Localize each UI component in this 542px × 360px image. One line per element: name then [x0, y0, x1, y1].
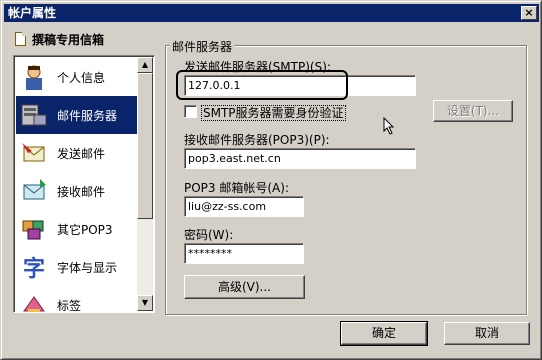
sidebar-item-font-display[interactable]: 字 字体与显示 [16, 248, 140, 286]
sidebar-item-label: 标签 [57, 298, 82, 313]
group-title: 邮件服务器 [170, 38, 235, 55]
pop3-account-label: POP3 邮箱帐号(A): [184, 181, 289, 195]
sidebar-item-mail-server[interactable]: 邮件服务器 [16, 96, 140, 134]
advanced-button[interactable]: 高级(V)... [184, 275, 305, 299]
list-scrollbar[interactable]: ▲ ▼ [137, 57, 153, 311]
sidebar-item-receive-mail[interactable]: 接收邮件 [16, 172, 140, 210]
sidebar-item-label: 接收邮件 [57, 184, 106, 199]
sidebar-item-label: 其它POP3 [57, 222, 113, 237]
sidebar-item-tag[interactable]: 标签 [16, 286, 140, 313]
sidebar-item-label: 邮件服务器 [57, 108, 118, 123]
pop3-server-input[interactable]: pop3.east.net.cn [184, 148, 416, 169]
settings-button[interactable]: 设置(T)... [433, 100, 513, 122]
sidebar-item-label: 发送邮件 [57, 146, 106, 161]
receive-mail-icon [19, 176, 49, 206]
sidebar-item-label: 个人信息 [57, 70, 106, 85]
password-label: 密码(W): [184, 228, 234, 242]
account-properties-window: 帐户属性 × 撰稿专用信箱 个人信息 邮件服务器 发送邮件 接收邮件 其它POP… [0, 0, 542, 360]
arrow-up-icon: ▲ [141, 60, 149, 69]
smtp-auth-label[interactable]: SMTP服务器需要身份验证 [201, 104, 346, 121]
title-bar[interactable]: 帐户属性 × [4, 4, 539, 22]
password-input[interactable]: ******** [184, 243, 304, 264]
scroll-up-button[interactable]: ▲ [137, 57, 153, 73]
arrow-down-icon: ▼ [141, 298, 149, 307]
sidebar-item-label: 字体与显示 [57, 260, 118, 275]
font-icon: 字 [19, 252, 49, 282]
highlight-annotation [176, 70, 348, 100]
smtp-auth-checkbox[interactable] [184, 105, 197, 118]
window-title: 帐户属性 [8, 6, 57, 20]
server-icon [19, 100, 49, 130]
sidebar-item-personal-info[interactable]: 个人信息 [16, 58, 140, 96]
scroll-thumb[interactable] [137, 73, 153, 219]
close-button[interactable]: × [521, 6, 537, 20]
category-list[interactable]: 个人信息 邮件服务器 发送邮件 接收邮件 其它POP3 字 字体与显示 标签 ▲… [13, 55, 155, 313]
tag-icon [19, 290, 49, 312]
account-header: 撰稿专用信箱 [15, 31, 104, 47]
sidebar-item-send-mail[interactable]: 发送邮件 [16, 134, 140, 172]
pop3-account-input[interactable]: liu@zz-ss.com [184, 196, 304, 217]
scroll-down-button[interactable]: ▼ [137, 295, 153, 311]
document-icon [15, 32, 26, 46]
person-icon [19, 62, 49, 92]
pop3-icon [19, 214, 49, 244]
sidebar-item-other-pop3[interactable]: 其它POP3 [16, 210, 140, 248]
ok-button[interactable]: 确定 [340, 321, 428, 346]
account-name: 撰稿专用信箱 [32, 32, 105, 47]
mouse-pointer-icon [383, 116, 395, 138]
cancel-button[interactable]: 取消 [444, 322, 530, 345]
send-mail-icon [19, 138, 49, 168]
svg-text:字: 字 [23, 256, 45, 281]
close-icon: × [524, 6, 534, 19]
pop3-server-label: 接收邮件服务器(POP3)(P): [184, 133, 330, 147]
